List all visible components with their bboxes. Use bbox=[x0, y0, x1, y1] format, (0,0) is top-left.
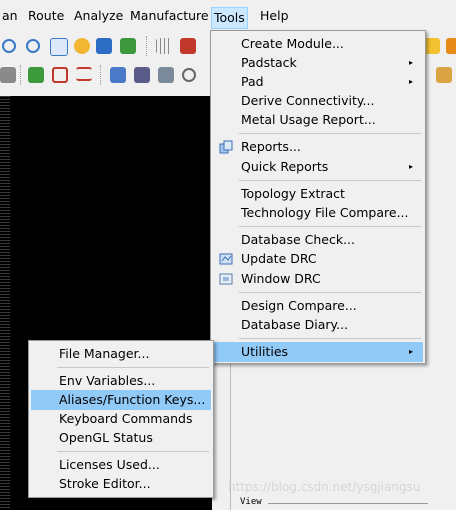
menu-item-stroke-editor[interactable]: Stroke Editor... bbox=[31, 474, 211, 494]
watermark-text: https://blog.csdn.net/ysgjiangsu bbox=[228, 480, 421, 494]
menu-item-padstack[interactable]: Padstack ▸ bbox=[213, 53, 423, 73]
submenu-arrow-icon: ▸ bbox=[408, 347, 413, 356]
menu-route[interactable]: Route bbox=[26, 6, 66, 26]
menu-item-opengl-status[interactable]: OpenGL Status bbox=[31, 428, 211, 448]
menu-item-create-module[interactable]: Create Module... bbox=[213, 34, 423, 54]
canvas-ruler bbox=[0, 96, 10, 510]
toolbar-separator bbox=[20, 65, 23, 85]
toolbar-second bbox=[0, 62, 452, 88]
menu-item-label: Padstack bbox=[241, 55, 297, 70]
menu-item-label: Env Variables... bbox=[59, 373, 156, 388]
menu-analyze[interactable]: Analyze bbox=[72, 6, 125, 26]
highlight-icon[interactable] bbox=[424, 38, 440, 54]
gerber-icon[interactable] bbox=[110, 67, 126, 83]
menu-item-database-check[interactable]: Database Check... bbox=[213, 230, 423, 250]
zoom-fit-icon[interactable] bbox=[50, 38, 68, 56]
menu-item-label: Stroke Editor... bbox=[59, 476, 151, 491]
dimension-icon[interactable] bbox=[52, 67, 68, 83]
menu-item-env-variables[interactable]: Env Variables... bbox=[31, 371, 211, 391]
menu-item-utilities[interactable]: Utilities ▸ bbox=[213, 342, 423, 362]
submenu-arrow-icon: ▸ bbox=[408, 162, 413, 171]
menu-item-keyboard-commands[interactable]: Keyboard Commands bbox=[31, 409, 211, 429]
menu-item-topology-extract[interactable]: Topology Extract bbox=[213, 184, 423, 204]
menu-place[interactable]: an bbox=[0, 6, 20, 26]
script-icon[interactable] bbox=[158, 67, 174, 83]
component-icon[interactable] bbox=[28, 67, 44, 83]
menu-separator bbox=[239, 338, 421, 339]
utilities-menu: File Manager... Env Variables... Aliases… bbox=[28, 340, 214, 498]
menu-item-reports[interactable]: Reports... bbox=[213, 137, 423, 157]
menu-item-label: Utilities bbox=[241, 344, 289, 359]
select-icon[interactable] bbox=[0, 67, 16, 83]
menu-item-label: Design Compare... bbox=[241, 298, 357, 313]
menu-item-licenses-used[interactable]: Licenses Used... bbox=[31, 455, 211, 475]
view-divider bbox=[268, 503, 428, 504]
menu-item-label: Topology Extract bbox=[241, 186, 345, 201]
zoom-in-icon[interactable] bbox=[2, 39, 16, 53]
menu-help[interactable]: Help bbox=[258, 6, 291, 26]
menu-item-label: Metal Usage Report... bbox=[241, 112, 376, 127]
submenu-arrow-icon: ▸ bbox=[408, 58, 413, 67]
menu-separator bbox=[239, 180, 421, 181]
menu-item-file-manager[interactable]: File Manager... bbox=[31, 344, 211, 364]
menu-item-label: Aliases/Function Keys... bbox=[59, 392, 206, 407]
menu-item-derive-connectivity[interactable]: Derive Connectivity... bbox=[213, 91, 423, 111]
color-icon[interactable] bbox=[180, 38, 196, 54]
menu-item-label: OpenGL Status bbox=[59, 430, 153, 445]
zoom-out-icon[interactable] bbox=[26, 39, 40, 53]
view-label: View bbox=[240, 497, 262, 507]
menu-separator bbox=[57, 451, 209, 452]
menu-item-label: Window DRC bbox=[241, 271, 321, 286]
menu-tools[interactable]: Tools bbox=[211, 7, 248, 29]
menu-separator bbox=[239, 292, 421, 293]
library-icon[interactable] bbox=[134, 67, 150, 83]
toolbar-separator bbox=[100, 65, 103, 85]
flip-icon[interactable] bbox=[120, 38, 136, 54]
grid-icon[interactable] bbox=[156, 38, 172, 54]
window-drc-icon bbox=[219, 273, 233, 285]
menu-separator bbox=[239, 226, 421, 227]
menu-item-technology-file-compare[interactable]: Technology File Compare... bbox=[213, 203, 423, 223]
menu-item-aliases-function-keys[interactable]: Aliases/Function Keys... bbox=[31, 390, 211, 410]
tools-menu: Create Module... Padstack ▸ Pad ▸ Derive C… bbox=[210, 30, 426, 364]
menu-item-update-drc[interactable]: Update DRC bbox=[213, 249, 423, 269]
menu-item-label: Keyboard Commands bbox=[59, 411, 193, 426]
zoom-world-icon[interactable] bbox=[74, 38, 90, 54]
3d-view-icon[interactable] bbox=[96, 38, 112, 54]
menu-item-label: File Manager... bbox=[59, 346, 150, 361]
reports-icon bbox=[219, 140, 233, 154]
menu-item-label: Technology File Compare... bbox=[241, 205, 409, 220]
menu-bar: an Route Analyze Manufacture Tools Help bbox=[0, 0, 456, 30]
submenu-arrow-icon: ▸ bbox=[408, 77, 413, 86]
unhighlight-icon[interactable] bbox=[446, 38, 456, 54]
menu-item-label: Create Module... bbox=[241, 36, 344, 51]
menu-item-database-diary[interactable]: Database Diary... bbox=[213, 315, 423, 335]
toolbar-top bbox=[0, 33, 456, 59]
menu-item-label: Database Check... bbox=[241, 232, 355, 247]
menu-item-label: Quick Reports bbox=[241, 159, 329, 174]
menu-item-label: Pad bbox=[241, 74, 264, 89]
menu-separator bbox=[239, 133, 421, 134]
menu-separator bbox=[57, 367, 209, 368]
menu-item-label: Update DRC bbox=[241, 251, 317, 266]
camera-icon[interactable] bbox=[182, 68, 196, 82]
toolbar-separator bbox=[146, 36, 149, 56]
menu-item-quick-reports[interactable]: Quick Reports ▸ bbox=[213, 157, 423, 177]
menu-item-label: Database Diary... bbox=[241, 317, 349, 332]
menu-item-window-drc[interactable]: Window DRC bbox=[213, 269, 423, 289]
menu-item-label: Reports... bbox=[241, 139, 301, 154]
menu-item-label: Derive Connectivity... bbox=[241, 93, 375, 108]
menu-item-label: Licenses Used... bbox=[59, 457, 160, 472]
measure-icon[interactable] bbox=[76, 67, 92, 81]
menu-manufacture[interactable]: Manufacture bbox=[128, 6, 211, 26]
menu-item-design-compare[interactable]: Design Compare... bbox=[213, 296, 423, 316]
notes-icon[interactable] bbox=[436, 67, 452, 83]
menu-item-pad[interactable]: Pad ▸ bbox=[213, 72, 423, 92]
menu-item-metal-usage-report[interactable]: Metal Usage Report... bbox=[213, 110, 423, 130]
update-drc-icon bbox=[219, 253, 233, 265]
